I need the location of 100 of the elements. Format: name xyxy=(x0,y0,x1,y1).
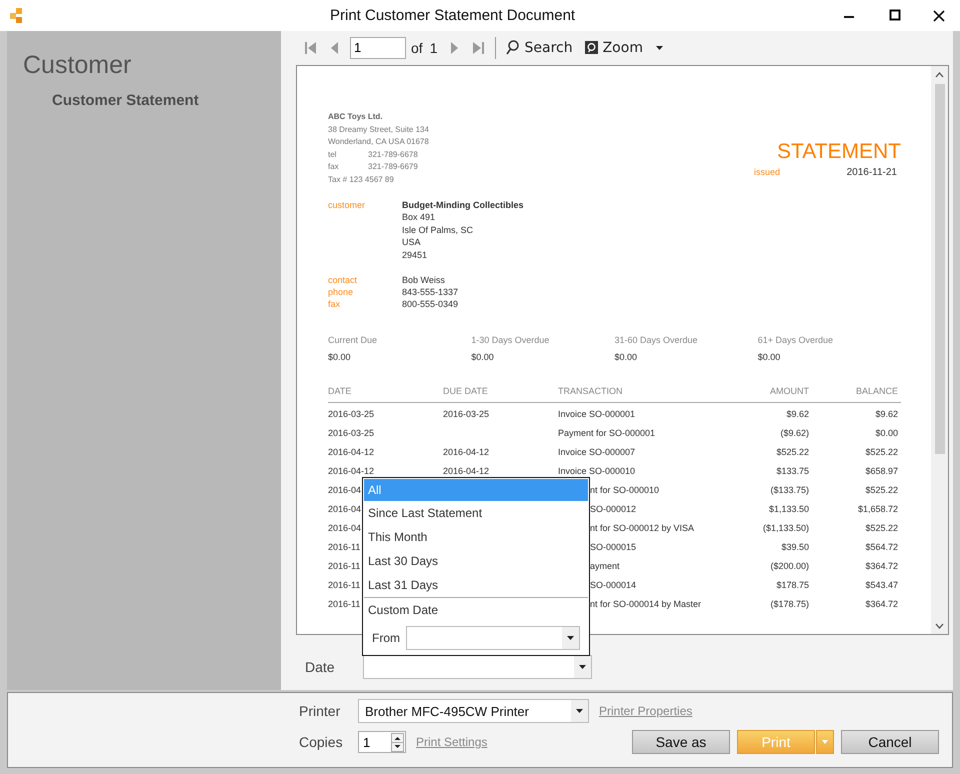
date-dropdown[interactable] xyxy=(363,655,592,679)
contact-value: 800-555-0349 xyxy=(402,298,460,310)
table-cell: 2016-11 xyxy=(328,542,360,552)
table-cell: 2016-04-12 xyxy=(328,466,374,476)
table-cell-text: $0.00 xyxy=(875,428,899,438)
table-cell: 2016-11 xyxy=(328,580,360,590)
page-count: 1 xyxy=(430,40,438,56)
caret-icon xyxy=(822,740,828,744)
table-cell: 2016-11 xyxy=(328,560,360,571)
table-cell: $178.75 xyxy=(776,580,809,590)
phone-number: 321-789-6679 xyxy=(368,161,418,173)
table-cell-text: ayment xyxy=(589,560,620,571)
sidebar-heading: Customer xyxy=(23,51,132,80)
table-cell-text: nt for SO-000012 by VISA xyxy=(589,522,694,533)
contact-label: fax xyxy=(328,298,342,310)
table-cell: Invoice SO-000001 xyxy=(558,408,636,419)
caret-icon xyxy=(576,709,583,713)
aging-label: 1-30 Days Overdue xyxy=(471,335,550,346)
table-cell-text: $1,658.72 xyxy=(858,504,899,514)
zoom-icon xyxy=(584,41,598,54)
copies-spinner[interactable]: 1 xyxy=(358,731,406,753)
table-cell: Invoice SO-000010 xyxy=(558,466,636,476)
table-cell-text: SO-000015 xyxy=(589,542,636,552)
contact-value: Bob Weiss xyxy=(402,274,446,286)
aging-amount: $0.00 xyxy=(471,352,495,362)
spin-arrows-icon[interactable] xyxy=(391,732,404,752)
statement-title: STATEMENT xyxy=(776,140,901,164)
page-number-field[interactable]: 1 xyxy=(350,36,406,58)
contact-label: phone xyxy=(328,286,354,298)
copies-label: Copies xyxy=(299,734,344,750)
dropdown-option[interactable]: Last 31 Days xyxy=(364,573,588,597)
customer-address: Isle Of Palms, SC xyxy=(402,224,474,236)
table-cell: 2016-03-25 xyxy=(443,408,490,419)
table-cell: ($1,133.50) xyxy=(762,522,809,533)
printer-label: Printer xyxy=(299,703,342,719)
table-cell-text: $364.72 xyxy=(865,560,899,571)
table-cell: 2016-04-12 xyxy=(443,466,490,476)
last-page-icon[interactable] xyxy=(471,40,486,54)
table-cell-text: $9.62 xyxy=(875,408,899,419)
customer-label: customer xyxy=(328,199,366,212)
app-logo-icon xyxy=(8,8,24,24)
table-cell-text: SO-000012 xyxy=(589,504,636,514)
customer-address: Box 491 xyxy=(402,211,436,224)
table-cell: 2016-04 xyxy=(328,522,362,533)
dropdown-option[interactable]: This Month xyxy=(364,525,588,549)
search-button[interactable]: Search xyxy=(502,40,577,56)
company-address: 38 Dreamy Street, Suite 134 xyxy=(328,124,429,136)
table-cell: 2016-04 xyxy=(328,504,362,514)
contact-value: 843-555-1337 xyxy=(402,286,460,298)
company-address: Wonderland, CA USA 01678 xyxy=(328,136,429,148)
table-cell-text: SO-000014 xyxy=(589,580,636,590)
print-options-button[interactable] xyxy=(816,730,834,754)
table-cell: ($200.00) xyxy=(770,560,809,571)
from-label: From xyxy=(372,631,401,645)
table-cell: 2016-03-25 xyxy=(328,428,374,438)
table-cell-text: $525.22 xyxy=(865,484,899,495)
dropdown-option[interactable]: Since Last Statement xyxy=(364,501,588,525)
customer-address: 29451 xyxy=(402,248,428,262)
table-cell: $133.75 xyxy=(776,466,809,476)
dropdown-option[interactable]: Last 30 Days xyxy=(364,549,588,573)
table-cell: 2016-04-12 xyxy=(443,446,490,457)
table-cell-text: $543.47 xyxy=(865,580,899,590)
caret-icon xyxy=(579,665,586,669)
contact-label: contact xyxy=(328,274,358,286)
table-cell-text: $525.22 xyxy=(865,522,899,533)
dialog-button[interactable]: Cancel xyxy=(841,730,939,754)
table-cell: ($9.62) xyxy=(780,428,809,438)
table-cell-text: $564.72 xyxy=(865,542,899,552)
table-cell: 2016-03-25 xyxy=(328,408,374,419)
phone-label: tel xyxy=(328,148,338,160)
table-cell: Payment for SO-000001 xyxy=(558,428,656,438)
sidebar-item[interactable]: Customer Statement xyxy=(52,92,281,109)
scroll-thumb[interactable] xyxy=(934,84,944,454)
table-cell: ($178.75) xyxy=(770,598,809,609)
table-cell: $525.22 xyxy=(776,446,809,457)
search-icon xyxy=(506,40,520,55)
scroll-down-icon[interactable] xyxy=(935,623,944,629)
issued-label: issued xyxy=(754,167,780,178)
column-header: DATE xyxy=(328,386,352,396)
issued-date: 2016-11-21 xyxy=(846,167,897,178)
customer-address: USA xyxy=(402,236,422,249)
company-name: ABC Toys Ltd. xyxy=(328,111,384,123)
scrollbar[interactable] xyxy=(931,66,948,634)
table-cell: 2016-04-12 xyxy=(328,446,374,457)
scroll-up-icon[interactable] xyxy=(935,72,944,78)
zoom-button[interactable]: Zoom xyxy=(580,40,667,56)
from-date-field[interactable] xyxy=(406,626,580,650)
table-cell: 2016-04 xyxy=(328,484,362,495)
aging-amount: $0.00 xyxy=(614,352,638,362)
table-cell-text: $658.97 xyxy=(865,466,899,476)
date-label: Date xyxy=(305,659,336,675)
aging-label: 31-60 Days Overdue xyxy=(614,335,699,346)
aging-label: 61+ Days Overdue xyxy=(758,335,834,346)
printer-dropdown[interactable]: Brother MFC-495CW Printer xyxy=(358,699,589,723)
phone-number: 321-789-6678 xyxy=(368,148,418,160)
column-header: DUE DATE xyxy=(443,386,488,396)
page-of-label: of xyxy=(411,40,423,56)
first-page-icon[interactable] xyxy=(304,40,318,54)
table-cell-text: $364.72 xyxy=(865,598,899,609)
dialog-button[interactable]: Save as xyxy=(632,730,730,754)
